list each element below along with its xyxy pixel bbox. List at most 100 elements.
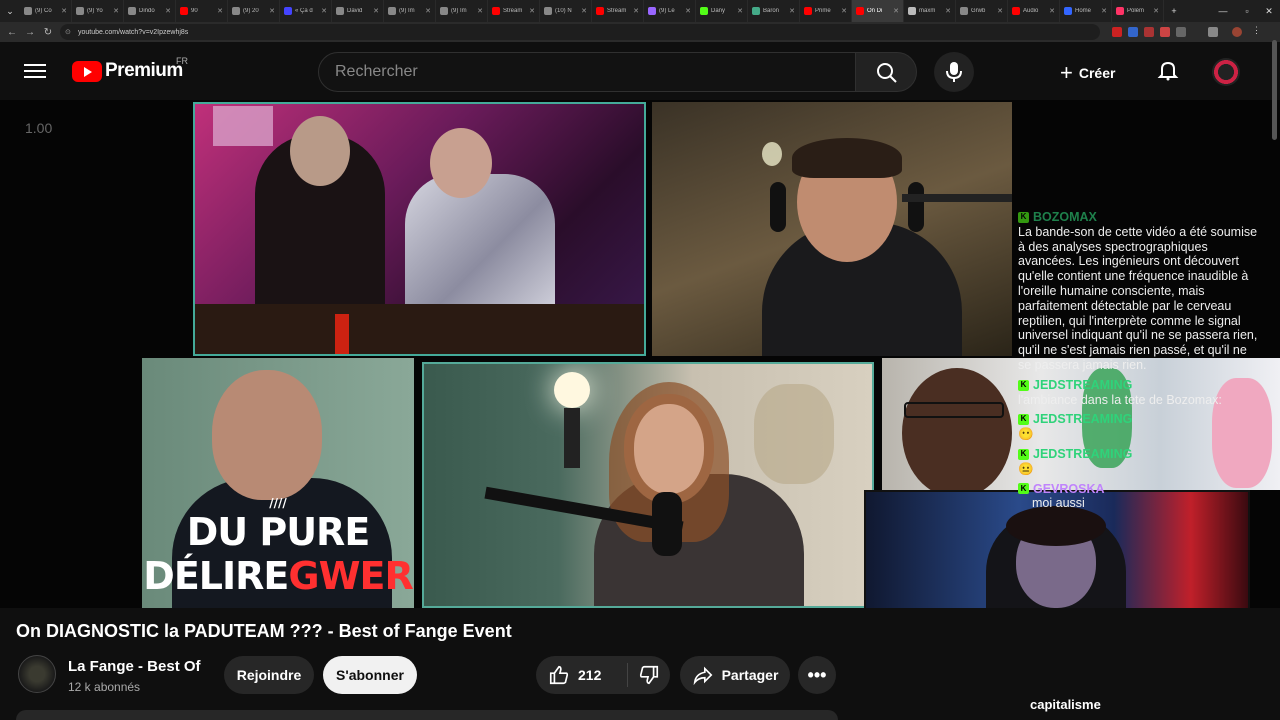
maximize-icon[interactable]: ▫ [1236, 0, 1258, 22]
browser-tab[interactable]: Dindo ✕ [124, 0, 176, 22]
channel-avatar[interactable] [18, 655, 56, 693]
tab-close-icon[interactable]: ✕ [477, 7, 483, 15]
chat-message: K JEDSTREAMING l'ambiance dans la tete de… [1018, 378, 1258, 408]
tab-label: (9) 20 [243, 8, 259, 14]
tab-favicon-icon [1116, 7, 1124, 15]
browser-tab[interactable]: (10) N ✕ [540, 0, 592, 22]
browser-tab[interactable]: (9) Yo ✕ [72, 0, 124, 22]
browser-menu-icon[interactable]: ⋮ [1252, 25, 1262, 35]
dislike-button[interactable] [628, 664, 670, 686]
browser-tab[interactable]: Home ✕ [1060, 0, 1112, 22]
browser-tab[interactable]: Baron ✕ [748, 0, 800, 22]
browser-tab[interactable]: (9) Im ✕ [436, 0, 488, 22]
tab-favicon-icon [232, 7, 240, 15]
tab-close-icon[interactable]: ✕ [945, 7, 951, 15]
browser-tab[interactable]: « Ça d ✕ [280, 0, 332, 22]
tab-close-icon[interactable]: ✕ [321, 7, 327, 15]
browser-tab[interactable]: (9) Co ✕ [20, 0, 72, 22]
browser-tab[interactable]: (9) 20 ✕ [228, 0, 280, 22]
profile-icon[interactable] [1232, 27, 1242, 37]
tab-favicon-icon [752, 7, 760, 15]
site-info-icon[interactable]: ⊙ [65, 28, 71, 36]
tab-close-icon[interactable]: ✕ [373, 7, 379, 15]
url-field[interactable]: ⊙ youtube.com/watch?v=v2Ipzewhj8s [60, 24, 1100, 40]
extension-icon[interactable] [1176, 27, 1186, 37]
tab-close-icon[interactable]: ✕ [581, 7, 587, 15]
tab-close-icon[interactable]: ✕ [113, 7, 119, 15]
video-cam-headphones-man [652, 102, 1012, 356]
tab-close-icon[interactable]: ✕ [841, 7, 847, 15]
tab-close-icon[interactable]: ✕ [789, 7, 795, 15]
downloads-icon[interactable] [1208, 27, 1218, 37]
tab-favicon-icon [856, 7, 864, 15]
tab-favicon-icon [284, 7, 292, 15]
browser-tab[interactable]: Grwb ✕ [956, 0, 1008, 22]
browser-tab[interactable]: Polém ✕ [1112, 0, 1164, 22]
tab-close-icon[interactable]: ✕ [217, 7, 223, 15]
more-actions-icon[interactable]: ••• [798, 656, 836, 694]
new-tab-icon[interactable]: + [1164, 0, 1184, 22]
search-input[interactable]: Rechercher [318, 52, 856, 92]
page-scrollbar[interactable] [1272, 40, 1277, 140]
user-avatar[interactable] [1212, 58, 1240, 86]
back-icon[interactable]: ← [4, 24, 20, 40]
tab-label: Polém [1127, 8, 1145, 14]
voice-search-button[interactable] [934, 52, 974, 92]
video-player[interactable]: 1.00 //// DU PURE DÉLIREGWER K BOZOMAX L… [0, 100, 1280, 608]
browser-tab[interactable]: Stream ✕ [592, 0, 644, 22]
browser-tab[interactable]: Stream ✕ [488, 0, 540, 22]
tab-close-icon[interactable]: ✕ [529, 7, 535, 15]
browser-tab[interactable]: 90 ✕ [176, 0, 228, 22]
tab-close-icon[interactable]: ✕ [1101, 7, 1107, 15]
tab-close-icon[interactable]: ✕ [1049, 7, 1055, 15]
tab-close-icon[interactable]: ✕ [269, 7, 275, 15]
tab-label: « Ça d [295, 8, 313, 14]
extension-icon[interactable] [1112, 27, 1122, 37]
overlay-text-line2: DÉLIREGWER [143, 554, 413, 598]
browser-tab[interactable]: Dany ✕ [696, 0, 748, 22]
tab-close-icon[interactable]: ✕ [633, 7, 639, 15]
tab-close-icon[interactable]: ✕ [165, 7, 171, 15]
tab-close-icon[interactable]: ✕ [1153, 7, 1159, 15]
video-cam-woman-mic [422, 362, 874, 608]
youtube-premium-logo[interactable]: Premium [72, 60, 183, 82]
extension-icon[interactable] [1160, 27, 1170, 37]
notifications-button[interactable] [1156, 58, 1180, 82]
tab-close-icon[interactable]: ✕ [685, 7, 691, 15]
tab-favicon-icon [1012, 7, 1020, 15]
subscribe-button[interactable]: S'abonner [323, 656, 417, 694]
tab-close-icon[interactable]: ✕ [425, 7, 431, 15]
url-text: youtube.com/watch?v=v2Ipzewhj8s [78, 28, 189, 36]
browser-tab[interactable]: David ✕ [332, 0, 384, 22]
chat-username: K JEDSTREAMING [1018, 447, 1258, 462]
reload-icon[interactable]: ↻ [40, 24, 56, 40]
search-button[interactable] [855, 52, 917, 92]
browser-tab[interactable]: (9) Im ✕ [384, 0, 436, 22]
hamburger-menu-icon[interactable] [24, 60, 46, 82]
browser-tab[interactable]: Audio ✕ [1008, 0, 1060, 22]
tab-favicon-icon [24, 7, 32, 15]
tab-close-icon[interactable]: ✕ [893, 7, 899, 15]
tab-close-icon[interactable]: ✕ [61, 7, 67, 15]
chat-username: K GEVROSKA [1018, 482, 1258, 497]
close-window-icon[interactable]: ✕ [1258, 0, 1280, 22]
browser-tab[interactable]: On Di ✕ [852, 0, 904, 22]
chat-overlay: K BOZOMAX La bande-son de cette vidéo a é… [998, 172, 1280, 582]
browser-tab[interactable]: (9) Le ✕ [644, 0, 696, 22]
share-button[interactable]: Partager [680, 656, 790, 694]
like-button[interactable]: 212 [536, 663, 628, 687]
tab-close-icon[interactable]: ✕ [737, 7, 743, 15]
tab-list-icon[interactable]: ⌄ [0, 0, 20, 22]
tab-close-icon[interactable]: ✕ [997, 7, 1003, 15]
minimize-icon[interactable]: — [1212, 0, 1234, 22]
extension-icon[interactable] [1144, 27, 1154, 37]
browser-tab[interactable]: maxm ✕ [904, 0, 956, 22]
join-button[interactable]: Rejoindre [224, 656, 314, 694]
forward-icon[interactable]: → [22, 24, 38, 40]
extension-icon[interactable] [1128, 27, 1138, 37]
description-box[interactable] [16, 710, 838, 720]
channel-name[interactable]: La Fange - Best Of [68, 658, 201, 675]
browser-tab[interactable]: Prime ✕ [800, 0, 852, 22]
chat-text: La bande-son de cette vidéo a été soumis… [1018, 224, 1258, 372]
create-button[interactable]: + Créer [1060, 60, 1115, 86]
